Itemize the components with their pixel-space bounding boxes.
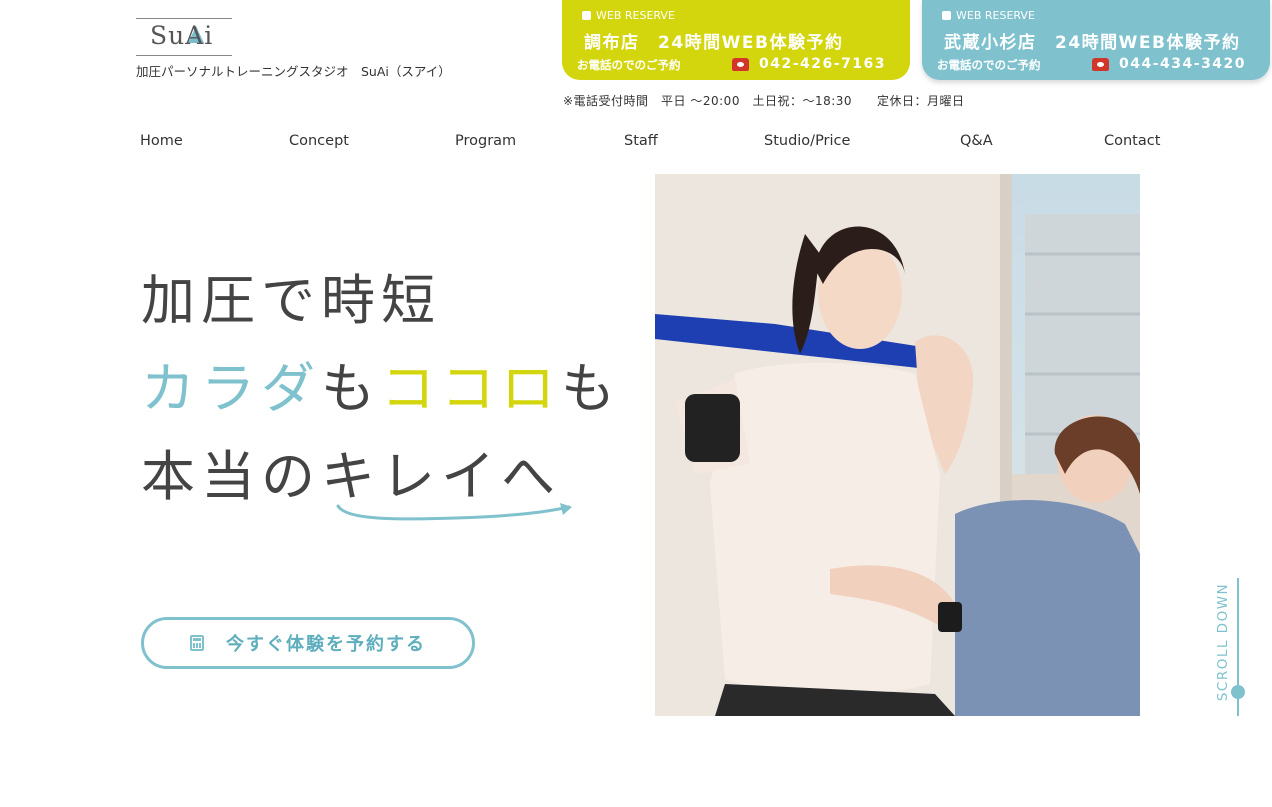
phone-number: 042-426-7163 [759, 56, 887, 72]
main-nav: Home Concept Program Staff Studio/Price … [0, 133, 1272, 153]
hero-headline-2: カラダもココロも [141, 362, 621, 416]
calculator-icon [190, 635, 204, 651]
phone-number-link[interactable]: 044-434-3420 [1092, 56, 1246, 72]
web-reserve-badge: WEB RESERVE [582, 9, 675, 22]
scroll-down-label: SCROLL DOWN [1215, 582, 1232, 702]
nav-concept[interactable]: Concept [289, 133, 349, 149]
phone-number: 044-434-3420 [1119, 56, 1247, 72]
nav-staff[interactable]: Staff [624, 133, 658, 149]
hero-word-mind: ココロ [381, 357, 561, 420]
hero-headline-3: 本当のキレイへ [141, 445, 561, 508]
nav-home[interactable]: Home [140, 133, 183, 149]
scroll-down-indicator[interactable]: SCROLL DOWN [1198, 578, 1248, 718]
hero-photo [655, 174, 1140, 716]
phone-reserve-label: お電話のでのご予約 [577, 58, 681, 72]
reserve-trial-label: 今すぐ体験を予約する [226, 634, 426, 655]
phone-number-link[interactable]: 042-426-7163 [732, 56, 886, 72]
phone-icon [1092, 57, 1109, 71]
reserve-title[interactable]: 武蔵小杉店 24時間WEB体験予約 [944, 28, 1240, 53]
reserve-banner-musashikosugi[interactable]: WEB RESERVE 武蔵小杉店 24時間WEB体験予約 お電話のでのご予約 … [922, 0, 1270, 80]
nav-studio-price[interactable]: Studio/Price [764, 133, 850, 149]
web-reserve-badge: WEB RESERVE [942, 9, 1035, 22]
logo-text: SuAi [150, 21, 214, 50]
nav-qa[interactable]: Q&A [960, 133, 993, 149]
hero-word-mo: も [321, 357, 381, 420]
calendar-icon [942, 11, 951, 20]
phone-icon [732, 57, 749, 71]
phone-hours: ※電話受付時間 平日 ～20:00 土日祝：～18:30 定休日：月曜日 [563, 94, 965, 108]
hero-word-body: カラダ [141, 357, 321, 420]
calendar-icon [582, 11, 591, 20]
hero-underline-arrow-icon [336, 503, 572, 521]
hero-photo-illustration [655, 174, 1140, 716]
reserve-banner-chofu[interactable]: WEB RESERVE 調布店 24時間WEB体験予約 お電話のでのご予約 04… [562, 0, 910, 80]
hero-headline-1: 加圧で時短 [141, 269, 441, 332]
site-tagline: 加圧パーソナルトレーニングスタジオ SuAi（スアイ） [136, 64, 451, 79]
phone-reserve-label: お電話のでのご予約 [937, 58, 1041, 72]
reserve-title[interactable]: 調布店 24時間WEB体験予約 [584, 28, 843, 53]
hero-word-mo: も [561, 357, 621, 420]
reserve-trial-button[interactable]: 今すぐ体験を予約する [141, 617, 475, 669]
scroll-dot-icon [1231, 685, 1245, 699]
web-reserve-label: WEB RESERVE [956, 9, 1035, 22]
nav-program[interactable]: Program [455, 133, 516, 149]
logo[interactable]: SuAi [136, 16, 234, 56]
nav-contact[interactable]: Contact [1104, 133, 1160, 149]
web-reserve-label: WEB RESERVE [596, 9, 675, 22]
